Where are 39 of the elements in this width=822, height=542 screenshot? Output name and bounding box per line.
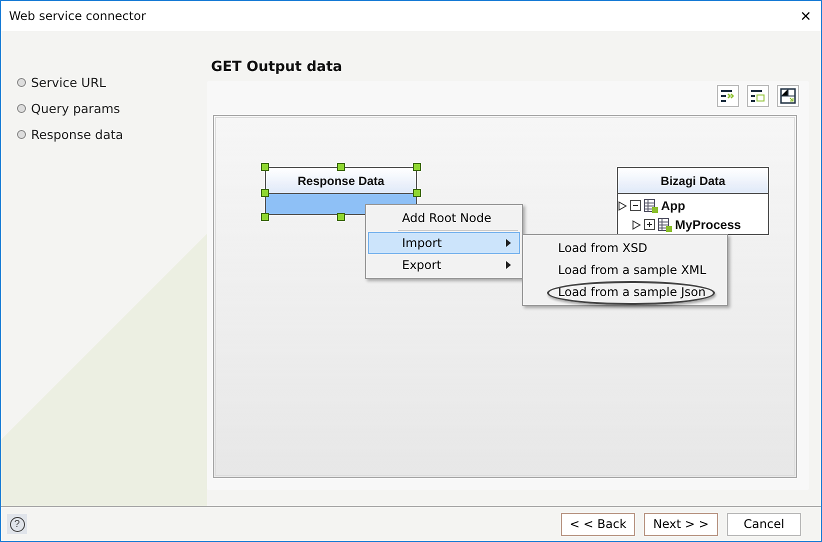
next-button[interactable]: Next > > — [644, 512, 718, 536]
collapse-box-icon[interactable] — [630, 200, 641, 211]
resize-handle[interactable] — [261, 163, 269, 171]
expand-box-icon[interactable] — [644, 219, 655, 230]
sidebar-item[interactable]: Response data — [17, 125, 207, 143]
resize-handle[interactable] — [337, 213, 345, 221]
help-button[interactable]: ? — [7, 514, 27, 534]
map-fields-icon[interactable] — [717, 85, 739, 107]
submenu-arrow-icon — [506, 239, 511, 247]
close-button[interactable]: × — [798, 6, 813, 26]
layout-icon[interactable] — [777, 85, 799, 107]
menu-item[interactable]: Load from a sample Json — [525, 281, 725, 303]
page-heading: GET Output data — [211, 59, 344, 75]
node-title: Response Data — [266, 168, 416, 194]
sidebar-item[interactable]: Service URL — [17, 73, 207, 91]
sidebar-item[interactable]: Query params — [17, 99, 207, 117]
bizagi-data-node[interactable]: Bizagi Data App MyProcess — [617, 167, 769, 235]
table-icon — [644, 198, 658, 212]
table-icon — [658, 218, 672, 232]
resize-handle[interactable] — [261, 189, 269, 197]
window-title: Web service connector — [9, 9, 146, 23]
submenu-arrow-icon — [506, 261, 511, 269]
resize-handle[interactable] — [337, 163, 345, 171]
resize-handle[interactable] — [413, 189, 421, 197]
resize-handle[interactable] — [261, 213, 269, 221]
menu-item[interactable]: Load from XSD — [525, 237, 725, 259]
resize-handle[interactable] — [413, 163, 421, 171]
tree-label[interactable]: MyProcess — [675, 218, 742, 232]
bullet-icon — [17, 130, 26, 138]
list-table-icon[interactable] — [747, 85, 769, 107]
node-title: Bizagi Data — [618, 168, 768, 194]
back-button[interactable]: < < Back — [561, 512, 635, 536]
menu-item[interactable]: Import — [368, 232, 520, 254]
cancel-button[interactable]: Cancel — [727, 512, 801, 536]
bullet-icon — [17, 104, 26, 112]
tree-label[interactable]: App — [661, 198, 686, 212]
bullet-icon — [17, 78, 26, 86]
menu-item[interactable]: Load from a sample XML — [525, 259, 725, 281]
menu-item[interactable]: Export — [368, 254, 520, 276]
